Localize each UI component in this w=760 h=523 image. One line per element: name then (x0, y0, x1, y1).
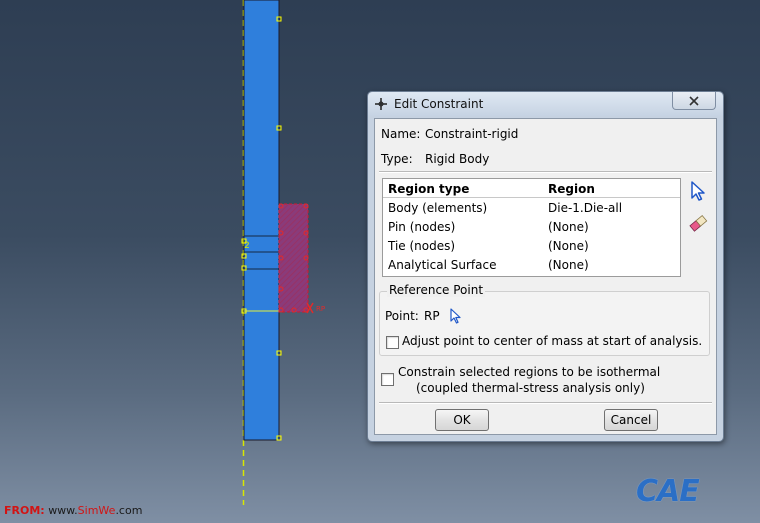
select-arrow-icon (450, 308, 461, 324)
column-header-region-type: Region type (388, 182, 470, 196)
isothermal-checkbox[interactable] (381, 373, 394, 386)
watermark: FROM: www.SimWe.com (4, 504, 142, 517)
eraser-icon (689, 214, 708, 232)
type-label: Type: (381, 152, 413, 166)
name-label: Name: (381, 127, 421, 141)
reference-point-group-title: Reference Point (387, 283, 486, 297)
point-label: Point: (385, 309, 419, 323)
region-type-cell: Pin (nodes) (388, 220, 456, 234)
isothermal-label-line2: (coupled thermal-stress analysis only) (416, 381, 645, 395)
close-button[interactable] (672, 92, 716, 110)
region-type-cell: Analytical Surface (388, 258, 497, 272)
adjust-center-of-mass-label: Adjust point to center of mass at start … (402, 334, 703, 348)
region-cell: (None) (548, 258, 589, 272)
reference-point-group: Reference Point Point: RP Adjust point t… (379, 283, 710, 356)
watermark-site: www.SimWe.com (48, 504, 143, 517)
table-row[interactable]: Analytical Surface (None) (383, 255, 680, 274)
crosshair-icon (374, 97, 388, 111)
dialog-titlebar[interactable]: Edit Constraint (368, 92, 723, 116)
erase-region-button[interactable] (687, 212, 709, 234)
axis-label: 2 (244, 241, 250, 251)
region-cell: Die-1.Die-all (548, 201, 623, 215)
ok-button[interactable]: OK (435, 409, 489, 431)
constraint-name-value: Constraint-rigid (425, 127, 519, 141)
table-row[interactable]: Body (elements) Die-1.Die-all (383, 198, 680, 217)
divider (379, 402, 712, 404)
region-type-cell: Body (elements) (388, 201, 488, 215)
workpiece-part (243, 0, 280, 441)
select-arrow-icon (691, 181, 705, 201)
dialog-title: Edit Constraint (394, 97, 484, 111)
region-table: Region type Region Body (elements) Die-1… (382, 178, 681, 277)
watermark-from: FROM: (4, 504, 45, 517)
adjust-center-of-mass-checkbox[interactable] (386, 336, 399, 349)
region-cell: (None) (548, 220, 589, 234)
region-table-header: Region type Region (383, 179, 680, 198)
constraint-type-value: Rigid Body (425, 152, 490, 166)
point-value: RP (424, 309, 440, 323)
edit-constraint-dialog: Edit Constraint Name: Constraint-rigid T… (367, 91, 724, 442)
table-row[interactable]: Pin (nodes) (None) (383, 217, 680, 236)
select-region-button[interactable] (687, 180, 709, 202)
region-type-cell: Tie (nodes) (388, 239, 456, 253)
reference-point-marker: RP (306, 302, 325, 314)
cancel-button[interactable]: Cancel (604, 409, 658, 431)
close-icon (689, 95, 699, 106)
divider (379, 171, 712, 173)
isothermal-label-line1: Constrain selected regions to be isother… (398, 365, 661, 379)
dialog-body: Name: Constraint-rigid Type: Rigid Body … (374, 118, 717, 435)
rp-marker-label: RP (316, 305, 325, 313)
table-row[interactable]: Tie (nodes) (None) (383, 236, 680, 255)
cae-logo: CAE (636, 474, 700, 509)
column-header-region: Region (548, 182, 595, 196)
region-cell: (None) (548, 239, 589, 253)
select-reference-point-button[interactable] (448, 308, 464, 324)
